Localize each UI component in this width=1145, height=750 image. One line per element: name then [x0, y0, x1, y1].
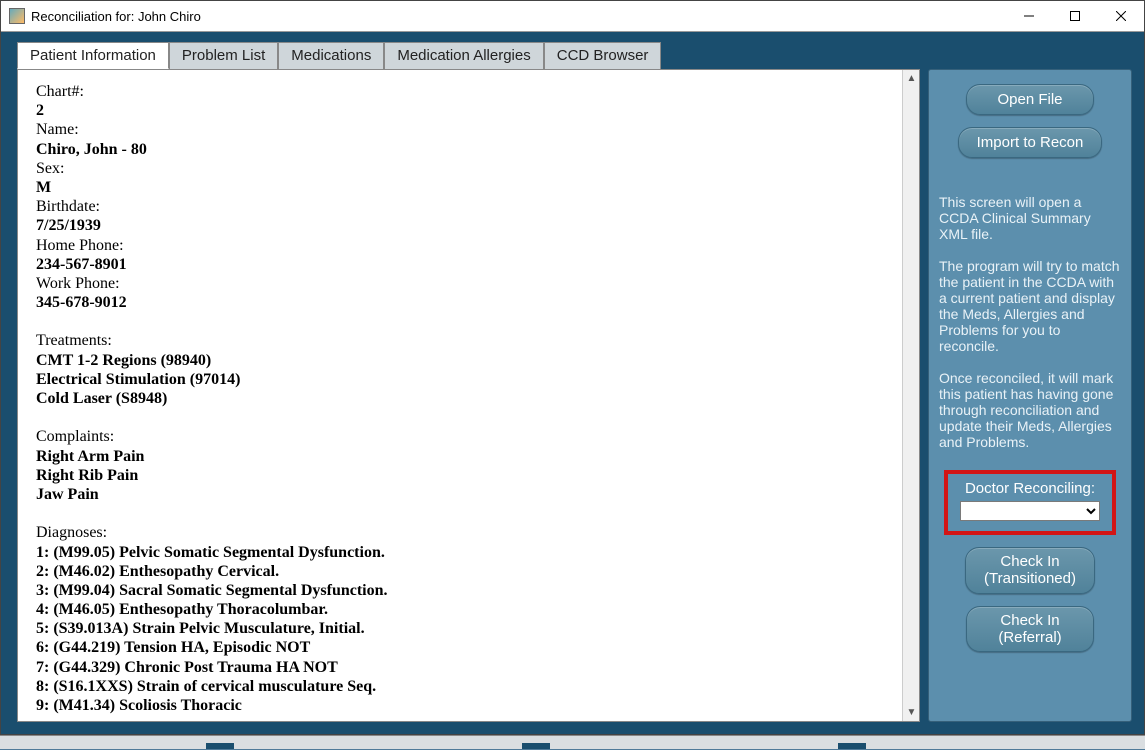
- vertical-scrollbar[interactable]: ▲ ▼: [902, 70, 919, 721]
- side-help-text: This screen will open a CCDA Clinical Su…: [939, 194, 1121, 466]
- tab-patient-information[interactable]: Patient Information: [17, 42, 169, 69]
- scroll-down-icon[interactable]: ▼: [903, 704, 920, 721]
- titlebar: Reconciliation for: John Chiro: [1, 1, 1144, 32]
- button-line1: Check In: [1000, 553, 1059, 570]
- work-phone-label: Work Phone:: [36, 274, 884, 293]
- complaint-line: Jaw Pain: [36, 485, 884, 504]
- diagnosis-line: 9: (M41.34) Scoliosis Thoracic: [36, 696, 884, 715]
- treatments-label: Treatments:: [36, 331, 884, 350]
- treatment-line: CMT 1-2 Regions (98940): [36, 351, 884, 370]
- open-file-button[interactable]: Open File: [966, 84, 1094, 115]
- diagnosis-line: 1: (M99.05) Pelvic Somatic Segmental Dys…: [36, 543, 884, 562]
- help-paragraph: The program will try to match the patien…: [939, 258, 1121, 354]
- check-in-referral-button[interactable]: Check In (Referral): [966, 606, 1094, 653]
- chart-label: Chart#:: [36, 82, 884, 101]
- diagnoses-label: Diagnoses:: [36, 523, 884, 542]
- birthdate-label: Birthdate:: [36, 197, 884, 216]
- doctor-reconciling-box: Doctor Reconciling:: [944, 470, 1116, 535]
- maximize-button[interactable]: [1052, 1, 1098, 31]
- help-paragraph: Once reconciled, it will mark this patie…: [939, 370, 1121, 450]
- name-value: Chiro, John - 80: [36, 140, 884, 159]
- content-row: Chart#: 2 Name: Chiro, John - 80 Sex: M …: [1, 69, 1144, 734]
- treatment-line: Electrical Stimulation (97014): [36, 370, 884, 389]
- work-phone-value: 345-678-9012: [36, 293, 884, 312]
- help-paragraph: This screen will open a CCDA Clinical Su…: [939, 194, 1121, 242]
- complaint-line: Right Rib Pain: [36, 466, 884, 485]
- minimize-icon: [1024, 11, 1034, 21]
- import-to-recon-button[interactable]: Import to Recon: [958, 127, 1103, 158]
- home-phone-value: 234-567-8901: [36, 255, 884, 274]
- patient-info-panel: Chart#: 2 Name: Chiro, John - 80 Sex: M …: [18, 70, 902, 721]
- maximize-icon: [1070, 11, 1080, 21]
- complaint-line: Right Arm Pain: [36, 447, 884, 466]
- diagnosis-line: 5: (S39.013A) Strain Pelvic Musculature,…: [36, 619, 884, 638]
- tab-medications[interactable]: Medications: [278, 42, 384, 69]
- app-icon: [9, 8, 25, 24]
- main-panel-wrap: Chart#: 2 Name: Chiro, John - 80 Sex: M …: [17, 69, 920, 722]
- sex-value: M: [36, 178, 884, 197]
- sex-label: Sex:: [36, 159, 884, 178]
- window-title: Reconciliation for: John Chiro: [31, 9, 1006, 24]
- complaints-label: Complaints:: [36, 427, 884, 446]
- diagnosis-line: 3: (M99.04) Sacral Somatic Segmental Dys…: [36, 581, 884, 600]
- minimize-button[interactable]: [1006, 1, 1052, 31]
- diagnosis-line: 2: (M46.02) Enthesopathy Cervical.: [36, 562, 884, 581]
- scroll-up-icon[interactable]: ▲: [903, 70, 920, 87]
- app-window: Reconciliation for: John Chiro Patient I…: [0, 0, 1145, 735]
- home-phone-label: Home Phone:: [36, 236, 884, 255]
- name-label: Name:: [36, 120, 884, 139]
- app-body: Patient Information Problem List Medicat…: [1, 32, 1144, 734]
- tab-row: Patient Information Problem List Medicat…: [1, 32, 1144, 69]
- treatment-line: Cold Laser (S8948): [36, 389, 884, 408]
- chart-value: 2: [36, 101, 884, 120]
- tab-ccd-browser[interactable]: CCD Browser: [544, 42, 662, 69]
- button-line2: (Transitioned): [984, 570, 1076, 587]
- tab-problem-list[interactable]: Problem List: [169, 42, 278, 69]
- diagnosis-line: 4: (M46.05) Enthesopathy Thoracolumbar.: [36, 600, 884, 619]
- diagnosis-line: 6: (G44.219) Tension HA, Episodic NOT: [36, 638, 884, 657]
- diagnosis-line: 7: (G44.329) Chronic Post Trauma HA NOT: [36, 658, 884, 677]
- side-panel: Open File Import to Recon This screen wi…: [928, 69, 1132, 722]
- bottom-edge-bar: [0, 735, 1145, 749]
- button-line1: Check In: [1000, 612, 1059, 629]
- close-icon: [1116, 11, 1126, 21]
- tab-medication-allergies[interactable]: Medication Allergies: [384, 42, 543, 69]
- button-line2: (Referral): [998, 629, 1061, 646]
- birthdate-value: 7/25/1939: [36, 216, 884, 235]
- close-button[interactable]: [1098, 1, 1144, 31]
- check-in-transitioned-button[interactable]: Check In (Transitioned): [965, 547, 1095, 594]
- diagnosis-line: 8: (S16.1XXS) Strain of cervical muscula…: [36, 677, 884, 696]
- doctor-reconciling-select[interactable]: [960, 501, 1100, 521]
- doctor-reconciling-label: Doctor Reconciling:: [956, 480, 1104, 497]
